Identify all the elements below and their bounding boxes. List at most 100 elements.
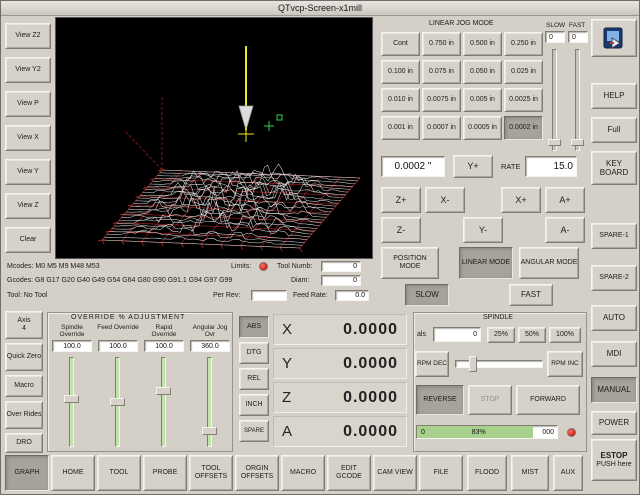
clear-button[interactable]: Clear	[5, 227, 51, 253]
aux-button[interactable]: AUX	[553, 455, 583, 491]
auto-button[interactable]: AUTO	[591, 305, 637, 331]
view-p-button[interactable]: View P	[5, 91, 51, 117]
tab-home[interactable]: HOME	[51, 455, 95, 491]
jog-inc-00002[interactable]: 0.0002 in	[504, 116, 543, 140]
tab-cam-view[interactable]: CAM VIEW	[373, 455, 417, 491]
spare-button[interactable]: SPARE	[239, 420, 269, 442]
spindle-25pct-button[interactable]: 25%	[487, 327, 515, 343]
spare-2-button[interactable]: SPARE-2	[591, 265, 637, 291]
jog-inc-0075[interactable]: 0.075 in	[422, 60, 461, 84]
jog-inc-0025[interactable]: 0.025 in	[504, 60, 543, 84]
tab-quick-zero[interactable]: Quick Zero	[5, 343, 43, 371]
jog-slow-slider[interactable]	[552, 49, 557, 151]
tab-edit-gcode[interactable]: EDIT GCODE	[327, 455, 371, 491]
linear-mode-button[interactable]: LINEAR MODE	[459, 247, 513, 279]
rel-button[interactable]: REL	[239, 368, 269, 390]
jog-inc-00005[interactable]: 0.0005 in	[463, 116, 502, 140]
jog-inc-0050[interactable]: 0.050 in	[463, 60, 502, 84]
dro-axis-y: Y	[282, 355, 304, 372]
tab-tool-offsets[interactable]: TOOL OFFSETS	[189, 455, 233, 491]
tab-axis-4[interactable]: Axis 4	[5, 311, 43, 339]
jog-z-plus-button[interactable]: Z+	[381, 187, 421, 213]
tab-tool[interactable]: TOOL	[97, 455, 141, 491]
jog-inc-00007[interactable]: 0.0007 in	[422, 116, 461, 140]
jog-slow-slider-handle[interactable]	[548, 139, 561, 146]
spindle-rpm-slider-handle[interactable]	[469, 356, 477, 372]
per-rev-label: Per Rev:	[213, 292, 240, 299]
view-y-button[interactable]: View Y	[5, 159, 51, 185]
jog-fast-label: FAST	[569, 22, 585, 29]
diam-label: Diam:	[291, 277, 309, 284]
mcodes-value: M0 M5 M9 M48 M53	[35, 263, 99, 270]
jog-inc-0005[interactable]: 0.005 in	[463, 88, 502, 112]
jog-x-plus-button[interactable]: X+	[501, 187, 541, 213]
spindle-speed-label: als	[417, 331, 426, 338]
view-z-button[interactable]: View Z	[5, 193, 51, 219]
inch-button[interactable]: INCH	[239, 394, 269, 416]
abs-button[interactable]: ABS	[239, 316, 269, 338]
view-x-button[interactable]: View X	[5, 125, 51, 151]
jog-inc-0250[interactable]: 0.250 in	[504, 32, 543, 56]
dro-value-z: 0.0000	[304, 389, 398, 407]
per-rev-value	[251, 290, 287, 301]
tab-graph[interactable]: GRAPH	[5, 455, 49, 491]
rapid-override-slider[interactable]	[161, 357, 166, 447]
tab-dro[interactable]: DRO	[5, 433, 43, 453]
feed-override-handle[interactable]	[110, 398, 125, 406]
flood-button[interactable]: FLOOD	[467, 455, 507, 491]
position-mode-button[interactable]: POSITION MODE	[381, 247, 439, 279]
help-button[interactable]: HELP	[591, 83, 637, 109]
jog-y-minus-button[interactable]: Y-	[463, 217, 503, 243]
rapid-override-handle[interactable]	[156, 387, 171, 395]
rpm-dec-button[interactable]: RPM DEC	[415, 351, 449, 377]
spindle-forward-button[interactable]: FORWARD	[516, 385, 580, 415]
gcodes-line: Gcodes: G8 G17 G20 G40 G49 G54 G64 G80 G…	[7, 277, 232, 284]
jog-inc-0750[interactable]: 0.750 in	[422, 32, 461, 56]
tab-origin-offsets[interactable]: ORGIN OFFSETS	[235, 455, 279, 491]
full-button[interactable]: Full	[591, 117, 637, 143]
power-button[interactable]: POWER	[591, 411, 637, 435]
diam-value: 0	[321, 275, 361, 286]
jog-x-minus-button[interactable]: X-	[425, 187, 465, 213]
angular-jog-override-handle[interactable]	[202, 427, 217, 435]
tab-probe[interactable]: PROBE	[143, 455, 187, 491]
jog-a-plus-button[interactable]: A+	[545, 187, 585, 213]
keyboard-button[interactable]: KEY BOARD	[591, 151, 637, 185]
jog-inc-0100[interactable]: 0.100 in	[381, 60, 420, 84]
tab-over-rides[interactable]: Over Rides	[5, 401, 43, 429]
spare-1-button[interactable]: SPARE-1	[591, 223, 637, 249]
jog-inc-00025[interactable]: 0.0025 in	[504, 88, 543, 112]
rpm-inc-button[interactable]: RPM INC	[547, 351, 583, 377]
jog-slow-button[interactable]: SLOW	[405, 284, 449, 306]
tab-macro-bottom[interactable]: MACRO	[281, 455, 325, 491]
spindle-reverse-button[interactable]: REVERSE	[416, 385, 464, 415]
mist-button[interactable]: MIST	[511, 455, 549, 491]
title-bar[interactable]: QTvcp-Screen-x1mill	[1, 1, 639, 16]
spindle-50pct-button[interactable]: 50%	[518, 327, 546, 343]
tab-file[interactable]: FILE	[419, 455, 463, 491]
mdi-button[interactable]: MDI	[591, 341, 637, 367]
jog-fast-button[interactable]: FAST	[509, 284, 553, 306]
jog-z-minus-button[interactable]: Z-	[381, 217, 421, 243]
jog-fast-slider-handle[interactable]	[571, 139, 584, 146]
angular-mode-button[interactable]: ANGULAR MODE	[519, 247, 579, 279]
jog-inc-00075[interactable]: 0.0075 in	[422, 88, 461, 112]
manual-button[interactable]: MANUAL	[591, 377, 637, 403]
dtg-button[interactable]: DTG	[239, 342, 269, 364]
spindle-override-handle[interactable]	[64, 395, 79, 403]
jog-inc-0001[interactable]: 0.001 in	[381, 116, 420, 140]
spindle-100pct-button[interactable]: 100%	[549, 327, 581, 343]
gremlin-3d-view[interactable]	[55, 17, 373, 259]
spindle-stop-button[interactable]: STOP	[468, 385, 512, 415]
view-z2-button[interactable]: View Z2	[5, 23, 51, 49]
jog-inc-0010[interactable]: 0.010 in	[381, 88, 420, 112]
jog-a-minus-button[interactable]: A-	[545, 217, 585, 243]
estop-button[interactable]: ESTOP PUSH here	[591, 439, 637, 481]
jog-inc-0500[interactable]: 0.500 in	[463, 32, 502, 56]
exit-button[interactable]	[591, 19, 637, 57]
jog-fast-slider[interactable]	[575, 49, 580, 151]
tab-macro[interactable]: Macro	[5, 375, 43, 397]
jog-inc-cont[interactable]: Cont	[381, 32, 420, 56]
jog-y-plus-button[interactable]: Y+	[453, 155, 493, 178]
view-y2-button[interactable]: View Y2	[5, 57, 51, 83]
